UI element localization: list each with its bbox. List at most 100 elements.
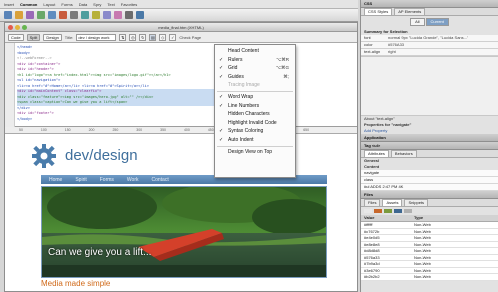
insert-tab-0[interactable]: Insert xyxy=(4,2,14,7)
site-nav-contact[interactable]: Contact xyxy=(152,177,169,183)
site-nav-work[interactable]: Work xyxy=(127,177,139,183)
page-title-field[interactable]: dev / design work xyxy=(76,33,117,41)
menu-item-label: Word Wrap xyxy=(228,93,254,100)
insert-tab-1[interactable]: Common xyxy=(20,2,37,7)
site-nav-home[interactable]: Home xyxy=(49,177,62,183)
tag-inspector-header[interactable]: Tag <ul> xyxy=(361,142,498,150)
table-icon[interactable] xyxy=(37,11,45,19)
code-pane[interactable]: </head> <body> <!--webFormer--> <div id=… xyxy=(5,43,357,127)
asset-value: #ffffff xyxy=(364,222,373,227)
application-panel-header[interactable]: Application xyxy=(361,134,498,142)
tab-files[interactable]: Files xyxy=(364,199,381,206)
templates-icon[interactable] xyxy=(136,11,144,19)
checkmark-icon: ✓ xyxy=(219,128,224,135)
content-row[interactable]: class xyxy=(361,177,498,184)
insert-tab-2[interactable]: Layout xyxy=(43,2,55,7)
summary-row[interactable]: font normal 9px "Lucida Grande", "Lucida… xyxy=(361,35,498,42)
file-management-icon[interactable]: ⇅ xyxy=(119,33,127,41)
menu-item-design-view-on-top[interactable]: Design View on Top xyxy=(215,148,295,157)
script-icon[interactable] xyxy=(125,11,133,19)
image-icon[interactable] xyxy=(59,11,67,19)
color-swatch[interactable] xyxy=(364,209,372,213)
tab-snippets[interactable]: Snippets xyxy=(404,199,429,206)
tab-css-styles[interactable]: CSS Styles xyxy=(364,8,393,15)
color-swatch[interactable] xyxy=(384,209,392,213)
asset-type: Non-Web xyxy=(414,228,431,234)
refresh-icon[interactable]: ↻ xyxy=(139,33,147,41)
validate-icon[interactable]: ✓ xyxy=(169,33,177,41)
checkmark-icon: ✓ xyxy=(219,93,224,100)
css-current-button[interactable]: Current xyxy=(425,18,449,26)
property-name: font xyxy=(364,35,371,40)
assets-table-header: Value Type xyxy=(361,215,498,222)
site-nav-forms[interactable]: Forms xyxy=(100,177,114,183)
color-swatch[interactable] xyxy=(404,209,412,213)
view-options-icon[interactable]: ▤ xyxy=(149,33,157,41)
visual-aids-icon[interactable]: ◇ xyxy=(159,33,167,41)
tab-ap-elements[interactable]: AP Elements xyxy=(394,8,426,15)
asset-value: #7b9a3d xyxy=(364,261,380,266)
table-row[interactable]: #b2b2b2 Non-Web xyxy=(361,274,498,281)
menu-item-label: Guides xyxy=(228,73,244,80)
menu-item-rulers[interactable]: ✓ Rulers ⌥⌘R xyxy=(215,56,295,65)
css-all-button[interactable]: All xyxy=(410,18,425,26)
server-include-icon[interactable] xyxy=(92,11,100,19)
menu-item-grid[interactable]: ✓ Grid ⌥⌘G xyxy=(215,64,295,73)
summary-row[interactable]: color #576A33 xyxy=(361,42,498,49)
ruler-tick: 250 xyxy=(112,128,119,132)
media-icon[interactable] xyxy=(70,11,78,19)
menu-separator xyxy=(217,145,293,147)
css-panel-header[interactable]: CSS xyxy=(361,0,498,8)
close-window-icon[interactable] xyxy=(8,25,13,30)
menu-shortcut: ⌥⌘G xyxy=(275,65,289,71)
summary-row[interactable]: text-align right xyxy=(361,49,498,56)
menu-item-highlight-invalid-code[interactable]: Highlight Invalid Code xyxy=(215,119,295,128)
tab-behaviors[interactable]: Behaviors xyxy=(390,150,417,157)
div-icon[interactable] xyxy=(48,11,56,19)
zoom-window-icon[interactable] xyxy=(22,25,27,30)
insert-tab-7[interactable]: Favorites xyxy=(121,2,137,7)
comment-icon[interactable] xyxy=(103,11,111,19)
head-icon[interactable] xyxy=(114,11,122,19)
date-icon[interactable] xyxy=(81,11,89,19)
column-value[interactable]: Value xyxy=(364,215,414,221)
asset-type: Non-Web xyxy=(414,261,431,266)
minimize-window-icon[interactable] xyxy=(15,25,20,30)
content-row[interactable]: #ul ADDS 2:47 PM 4K xyxy=(361,184,498,191)
content-row[interactable]: navigate xyxy=(361,170,498,177)
check-page-button[interactable]: Check Page xyxy=(179,35,201,40)
menu-separator xyxy=(217,90,293,92)
tab-assets[interactable]: Assets xyxy=(382,199,403,206)
menu-item-head-content[interactable]: Head Content xyxy=(215,47,295,56)
asset-value: #e4e0d5 xyxy=(364,235,380,240)
tab-attributes[interactable]: Attributes xyxy=(364,150,389,157)
color-swatch[interactable] xyxy=(374,209,382,213)
menu-item-line-numbers[interactable]: ✓ Line Numbers xyxy=(215,102,295,111)
insert-tab-3[interactable]: Forms xyxy=(61,2,72,7)
asset-type: Non-Web xyxy=(414,254,431,260)
document-toolbar: Code Split Design Title: dev / design wo… xyxy=(5,32,357,43)
checkmark-icon: ✓ xyxy=(219,136,224,143)
insert-tab-4[interactable]: Data xyxy=(79,2,87,7)
files-panel-header[interactable]: Files xyxy=(361,191,498,199)
menu-item-syntax-coloring[interactable]: ✓ Syntax Coloring xyxy=(215,127,295,136)
anchor-icon[interactable] xyxy=(26,11,34,19)
insert-tab-5[interactable]: Spry xyxy=(93,2,101,7)
color-swatch[interactable] xyxy=(394,209,402,213)
email-link-icon[interactable] xyxy=(15,11,23,19)
code-view-button[interactable]: Code xyxy=(8,33,24,41)
ruler-tick: 100 xyxy=(40,128,47,132)
design-pane[interactable]: dev/design Home Spirit Forms Work Contac… xyxy=(5,134,357,291)
preview-browser-icon[interactable]: ◎ xyxy=(129,33,137,41)
menu-item-label: Highlight Invalid Code xyxy=(228,119,277,126)
menu-item-hidden-characters[interactable]: Hidden Characters xyxy=(215,110,295,119)
hyperlink-icon[interactable] xyxy=(4,11,12,19)
menu-item-auto-indent[interactable]: ✓ Auto Indent xyxy=(215,136,295,145)
design-view-button[interactable]: Design xyxy=(43,33,62,41)
insert-tab-6[interactable]: Text xyxy=(107,2,114,7)
column-type[interactable]: Type xyxy=(414,215,444,221)
split-view-button[interactable]: Split xyxy=(26,33,41,41)
site-nav-spirit[interactable]: Spirit xyxy=(75,177,86,183)
menu-item-guides[interactable]: ✓ Guides ⌘; xyxy=(215,73,295,82)
menu-item-word-wrap[interactable]: ✓ Word Wrap xyxy=(215,93,295,102)
